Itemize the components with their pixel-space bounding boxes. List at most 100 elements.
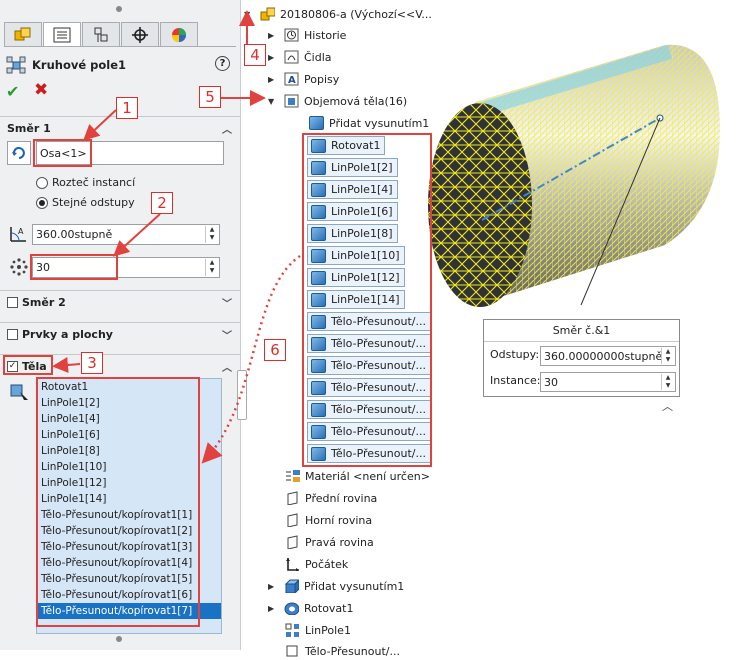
history-label: Historie (304, 28, 347, 42)
features-faces-header[interactable]: Prvky a plochy ﹀ (0, 323, 240, 345)
annotations-label: Popisy (304, 72, 340, 86)
ok-check-icon[interactable]: ✔ (6, 82, 19, 101)
history-icon (284, 28, 299, 42)
dialog-instances-value: 30 (544, 375, 558, 389)
tree-item-material[interactable]: Materiál <není určen> (285, 467, 430, 485)
chevron-up-icon[interactable]: ︿ (222, 359, 232, 374)
spacing-label: Odstupy: (490, 348, 540, 361)
direction1-header[interactable]: Směr 1 ︿ (0, 117, 240, 139)
tree-item-front-plane[interactable]: Přední rovina (285, 489, 377, 507)
radio-equal-label: Stejné odstupy (52, 196, 135, 209)
revolve-label: Rotovat1 (304, 601, 354, 615)
direction2-label: Směr 2 (22, 295, 66, 309)
model-viewport[interactable] (420, 40, 750, 310)
extrude-icon (284, 579, 299, 593)
bodies-select-icon (10, 384, 28, 400)
angle-icon: A (10, 227, 26, 242)
callout-4: 4 (244, 44, 266, 66)
angle-input[interactable]: 360.00stupně ▲ ▼ (32, 224, 220, 245)
dialog-instances-input[interactable]: 30 ▲ ▼ (540, 372, 676, 392)
callout-3: 3 (81, 352, 103, 374)
highlight-bodies-list (36, 377, 200, 627)
tree-item-origin[interactable]: Počátek (285, 555, 348, 573)
tree-root[interactable]: ▼ 20180806-a (Výchozí<<V... (244, 5, 432, 23)
tab-display-manager[interactable] (160, 22, 198, 46)
collapsed-arrow-icon[interactable]: ▶ (268, 53, 278, 62)
features-faces-checkbox[interactable] (7, 328, 18, 340)
collapsed-arrow-icon[interactable]: ▶ (268, 31, 278, 40)
tree-item-move-copy[interactable]: Tělo-Přesunout/... (285, 642, 400, 660)
move-copy-icon (286, 645, 298, 657)
tab-property-manager[interactable] (43, 22, 81, 46)
tab-feature-manager[interactable] (4, 22, 42, 46)
tree-body-item[interactable]: Přidat vysunutím1 (309, 114, 429, 132)
radio-instance-spacing[interactable]: Rozteč instancí (36, 176, 135, 189)
dialog-collapse-chevron-icon[interactable]: ︿ (662, 398, 673, 414)
cylinder-model[interactable] (428, 44, 720, 307)
instances-spinner[interactable]: ▲ ▼ (205, 259, 218, 276)
chevron-up-icon[interactable]: ︿ (222, 121, 232, 136)
svg-text:A: A (18, 227, 24, 236)
chevron-down-icon[interactable]: ﹀ (222, 295, 232, 310)
reverse-direction-button[interactable] (7, 141, 31, 165)
highlight-count-field (30, 254, 118, 280)
sensor-icon (284, 50, 299, 64)
angle-spinner[interactable]: ▲ ▼ (205, 226, 218, 243)
chevron-down-icon[interactable]: ﹀ (222, 327, 232, 342)
angle-value: 360.00stupně (36, 228, 113, 241)
origin-icon (286, 558, 299, 571)
collapsed-arrow-icon[interactable]: ▶ (268, 582, 278, 591)
callout-5: 5 (199, 86, 221, 108)
panel-resize-handle[interactable] (237, 370, 247, 420)
tree-item-revolve[interactable]: ▶ Rotovat1 (268, 599, 353, 617)
linear-pattern-icon (285, 623, 299, 637)
collapsed-arrow-icon[interactable]: ▶ (268, 604, 278, 613)
highlight-bodies-checkbox (3, 355, 53, 375)
solid-bodies-label: Objemová těla(16) (304, 94, 408, 108)
collapsed-arrow-icon[interactable]: ▶ (268, 75, 278, 84)
tree-item-top-plane[interactable]: Horní rovina (285, 511, 372, 529)
front-plane-label: Přední rovina (305, 491, 378, 505)
solid-body-icon (309, 116, 324, 130)
revolve-icon (284, 602, 299, 615)
expand-arrow-icon[interactable]: ▼ (268, 97, 278, 106)
tree-root-label: 20180806-a (Výchozí<<V... (280, 7, 432, 21)
radio-equal-spacing[interactable]: Stejné odstupy (36, 196, 135, 209)
cancel-x-icon[interactable]: ✖ (34, 80, 48, 100)
radio-button-selected[interactable] (36, 196, 48, 209)
spacing-spinner[interactable]: ▲ ▼ (661, 348, 674, 364)
tree-item-right-plane[interactable]: Pravá rovina (285, 533, 374, 551)
direction-dialog: Směr č.&1 Odstupy: 360.00000000stupně ▲ ▼ … (483, 319, 680, 397)
help-icon[interactable]: ? (215, 56, 230, 71)
plane-icon (287, 513, 298, 527)
tree-item-annotations[interactable]: ▶ A Popisy (268, 70, 339, 88)
instances-label: Instance: (490, 374, 541, 387)
tree-item-solid-bodies[interactable]: ▼ Objemová těla(16) (268, 92, 407, 110)
panel-grip-bottom[interactable] (116, 636, 122, 642)
tab-dimxpert-manager[interactable] (121, 22, 159, 46)
dialog-instances-spinner[interactable]: ▲ ▼ (661, 374, 674, 390)
reverse-arrow-icon (12, 147, 25, 159)
tree-item-linpattern[interactable]: LinPole1 (285, 621, 351, 639)
tree-item-extrude[interactable]: ▶ Přidat vysunutím1 (268, 577, 404, 595)
direction2-header[interactable]: Směr 2 ﹀ (0, 291, 240, 313)
spacing-input[interactable]: 360.00000000stupně ▲ ▼ (540, 346, 676, 366)
dialog-title: Směr č.&1 (484, 320, 679, 342)
material-icon (286, 470, 300, 482)
panel-grip[interactable] (116, 6, 122, 12)
direction2-group: Směr 2 ﹀ (0, 290, 240, 316)
instances-icon (10, 258, 28, 276)
manager-tabs (4, 22, 200, 46)
radio-button[interactable] (36, 176, 48, 189)
feature-title: Kruhové pole1 (32, 58, 127, 72)
tab-configuration-manager[interactable] (82, 22, 120, 46)
spacing-value: 360.00000000stupně (544, 349, 663, 363)
features-faces-group: Prvky a plochy ﹀ (0, 322, 240, 348)
linpattern-label: LinPole1 (305, 623, 351, 637)
plane-icon (287, 491, 298, 505)
expand-arrow-icon[interactable]: ▼ (244, 10, 254, 19)
feature-manager-icon (14, 27, 31, 40)
direction2-checkbox[interactable] (7, 296, 18, 308)
tree-item-sensors[interactable]: ▶ Čidla (268, 48, 332, 66)
tree-item-history[interactable]: ▶ Historie (268, 26, 346, 44)
